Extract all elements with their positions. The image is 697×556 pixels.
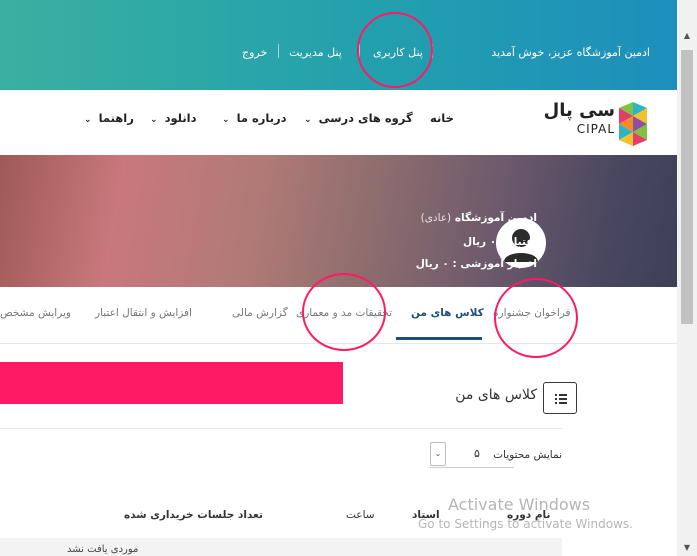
tab-my-classes[interactable]: کلاس های من <box>411 307 484 319</box>
credit-text: اعتبار : ۰ ریال <box>463 236 537 248</box>
page-size-select[interactable]: ⌄ ۵ <box>430 442 514 468</box>
nav-about-label: درباره ما <box>236 111 287 125</box>
nav-guide[interactable]: ⌄ راهنما <box>84 111 134 125</box>
admin-panel-link[interactable]: پنل مدیریت <box>289 46 342 59</box>
highlight-bar <box>0 362 343 404</box>
list-icon <box>555 394 567 404</box>
chevron-down-icon: ⌄ <box>150 115 158 125</box>
active-tab-indicator <box>396 337 482 340</box>
annotation-circle <box>494 278 578 358</box>
main-nav: سی پال CIPAL خانه ⌄ گروه های درسی ⌄ دربا… <box>0 90 677 155</box>
profile-name-line: ادمین آموزشگاه (عادی) <box>421 212 537 224</box>
divider <box>278 44 279 58</box>
profile-banner <box>0 155 677 287</box>
edu-credit-text: اعتبار آموزشی : ۰ ریال <box>415 258 537 270</box>
welcome-text: ادمین آموزشگاه عزیز، خوش آمدید <box>491 46 650 59</box>
scroll-up-icon[interactable]: ▲ <box>677 28 697 44</box>
top-bar: ادمین آموزشگاه عزیز، خوش آمدید پنل کاربر… <box>0 0 677 90</box>
scrollbar[interactable]: ▲ ▼ <box>677 0 697 556</box>
nav-home[interactable]: خانه <box>430 111 454 125</box>
logo-text: سی پال <box>543 100 615 121</box>
section-title: کلاس های من <box>455 387 537 403</box>
column-time[interactable]: ساعت <box>346 509 375 521</box>
tab-edit-profile[interactable]: ویرایش مشخص <box>0 307 71 319</box>
tab-financial[interactable]: گزارش مالی <box>232 307 288 319</box>
tab-transfer[interactable]: افزایش و انتقال اعتبار <box>95 307 192 319</box>
annotation-circle <box>302 273 386 351</box>
activation-watermark-title: Activate Windows <box>448 495 591 514</box>
profile-name: ادمین آموزشگاه <box>454 212 537 224</box>
logo-subtext: CIPAL <box>576 122 615 136</box>
scroll-thumb[interactable] <box>681 50 693 324</box>
profile-type: (عادی) <box>420 212 452 224</box>
scroll-down-icon[interactable]: ▼ <box>677 540 697 556</box>
nav-groups[interactable]: ⌄ گروه های درسی <box>304 111 413 125</box>
list-button[interactable] <box>543 382 577 414</box>
chevron-down-icon: ⌄ <box>84 115 92 125</box>
activation-watermark-subtitle: Go to Settings to activate Windows. <box>418 517 633 531</box>
divider <box>0 428 562 429</box>
nav-guide-label: راهنما <box>98 111 134 125</box>
nav-download-label: دانلود <box>164 111 197 125</box>
chevron-down-icon: ⌄ <box>222 115 230 125</box>
page-size-value: ۵ <box>474 447 480 460</box>
empty-message: موردی یافت نشد <box>67 544 139 555</box>
annotation-circle <box>357 12 433 88</box>
chevron-down-icon: ⌄ <box>304 115 312 125</box>
column-sessions[interactable]: تعداد جلسات خریداری شده <box>124 509 263 521</box>
chevron-down-icon: ⌄ <box>430 442 446 466</box>
logout-link[interactable]: خروج <box>242 46 267 59</box>
nav-about[interactable]: ⌄ درباره ما <box>222 111 287 125</box>
nav-download[interactable]: ⌄ دانلود <box>150 111 197 125</box>
nav-groups-label: گروه های درسی <box>318 111 413 125</box>
